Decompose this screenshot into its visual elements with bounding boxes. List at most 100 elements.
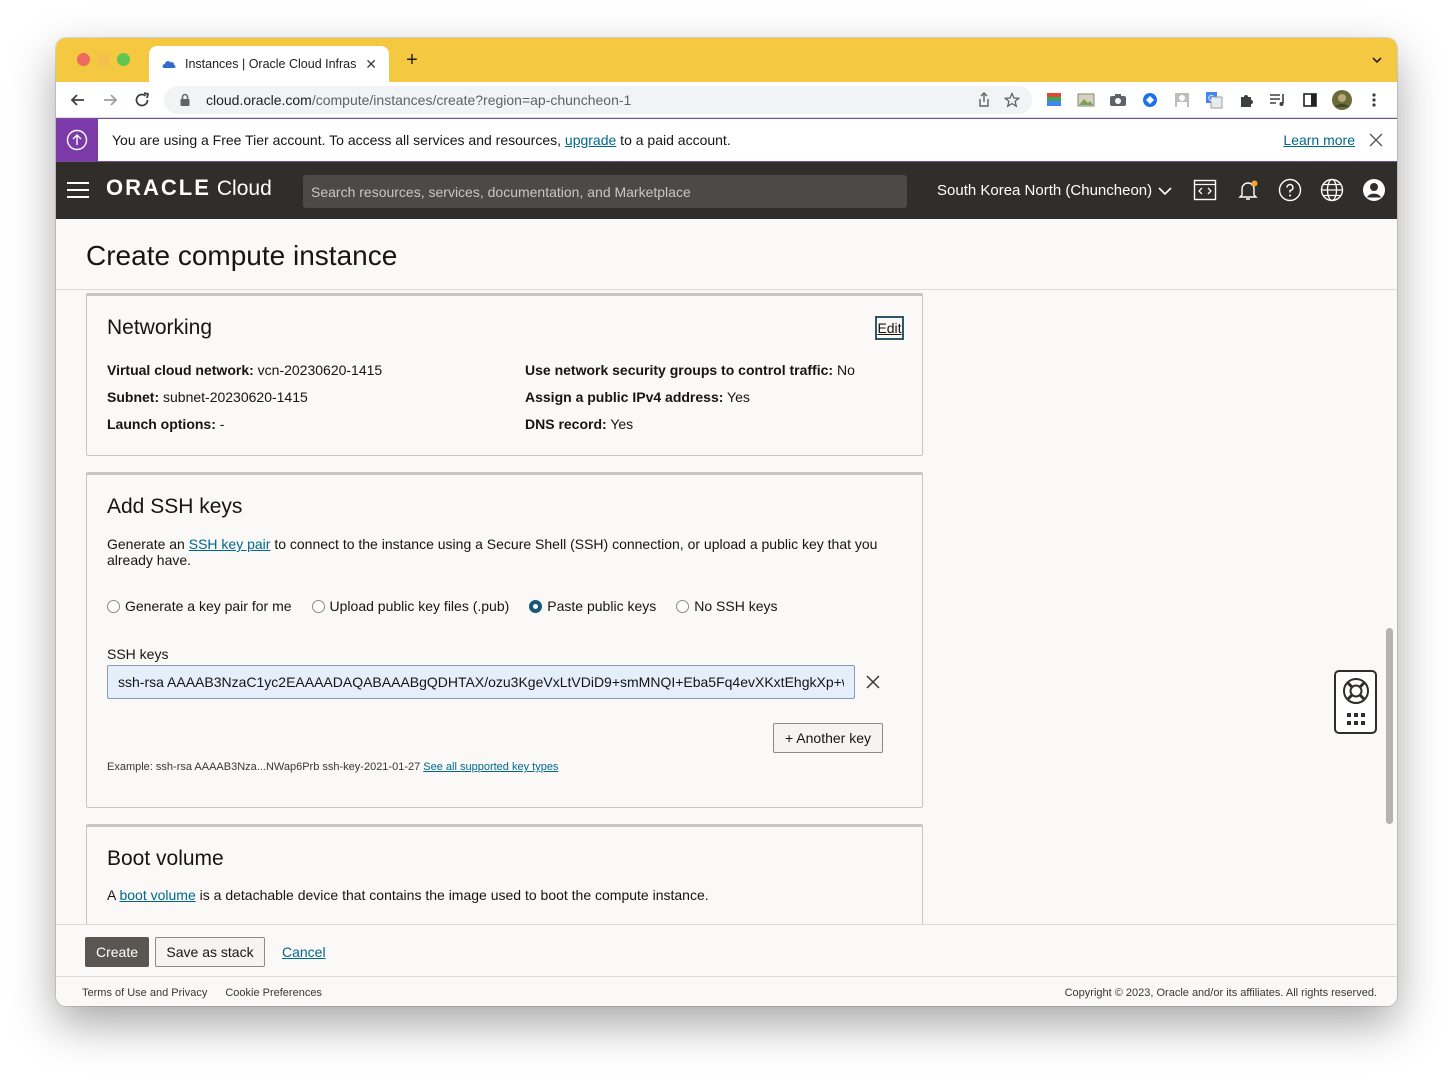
ssh-keys-section: Add SSH keys Generate an SSH key pair to… <box>86 472 923 808</box>
subnet-label: Subnet: <box>107 389 160 405</box>
launch-value: - <box>215 416 225 432</box>
form-content: Networking Edit Virtual cloud network: v… <box>56 290 1397 924</box>
content-scrollbar[interactable] <box>1386 628 1393 824</box>
ipv4-label: Assign a public IPv4 address: <box>525 389 724 405</box>
radio-generate-key-pair[interactable]: Generate a key pair for me <box>107 598 292 614</box>
browser-menu-kebab-icon[interactable] <box>1364 90 1384 110</box>
browser-tab-active[interactable]: Instances | Oracle Cloud Infras ✕ <box>149 46 389 82</box>
radio-label: Upload public key files (.pub) <box>329 598 510 614</box>
tab-strip: Instances | Oracle Cloud Infras ✕ + <box>56 38 1397 82</box>
launch-options-row: Launch options: - <box>107 416 224 432</box>
help-widget[interactable] <box>1334 670 1377 734</box>
radio-circle-selected[interactable] <box>529 599 543 613</box>
extensions-puzzle-icon[interactable] <box>1236 90 1256 110</box>
cookie-preferences-link[interactable]: Cookie Preferences <box>225 987 322 999</box>
forward-arrow-icon[interactable] <box>100 90 120 110</box>
grid-dots-icon <box>1347 713 1365 725</box>
add-another-key-button[interactable]: + Another key <box>773 723 883 753</box>
banner-text: You are using a Free Tier account. To ac… <box>112 132 565 148</box>
color-extension-icon[interactable] <box>1044 90 1064 110</box>
brand-oracle: ORACLE <box>106 175 211 200</box>
radio-no-ssh-keys[interactable]: No SSH keys <box>676 598 778 614</box>
region-selector[interactable]: South Korea North (Chuncheon) <box>937 182 1172 199</box>
svg-text:G: G <box>1208 94 1214 103</box>
share-icon[interactable] <box>976 92 992 108</box>
ssh-desc-text: Generate an <box>107 536 189 552</box>
save-as-stack-button[interactable]: Save as stack <box>155 937 265 967</box>
minimize-window-button[interactable] <box>97 53 110 66</box>
tab-close-icon[interactable]: ✕ <box>365 56 377 73</box>
url-domain: cloud.oracle.com <box>206 92 312 108</box>
networking-section: Networking Edit Virtual cloud network: v… <box>86 293 923 456</box>
radio-label: Paste public keys <box>547 598 657 614</box>
ipv4-row: Assign a public IPv4 address: Yes <box>525 389 750 405</box>
nsg-value: No <box>833 362 855 378</box>
vcn-label: Virtual cloud network: <box>107 362 254 378</box>
vcn-row: Virtual cloud network: vcn-20230620-1415 <box>107 362 382 378</box>
banner-text-end: to a paid account. <box>616 132 731 148</box>
oracle-cloud-favicon-icon <box>162 61 176 68</box>
hamburger-menu-icon[interactable] <box>66 181 90 199</box>
upgrade-link[interactable]: upgrade <box>565 132 616 148</box>
learn-more-link[interactable]: Learn more <box>1283 132 1355 148</box>
region-label: South Korea North (Chuncheon) <box>937 182 1153 199</box>
camera-extension-icon[interactable] <box>1108 90 1128 110</box>
new-tab-button[interactable]: + <box>402 50 422 70</box>
browser-window: Instances | Oracle Cloud Infras ✕ + clou… <box>56 38 1397 1006</box>
global-search-input[interactable]: Search resources, services, documentatio… <box>303 175 907 208</box>
reload-icon[interactable] <box>132 90 152 110</box>
ssh-key-input[interactable] <box>107 665 855 699</box>
bookmark-star-icon[interactable] <box>1004 92 1020 108</box>
radio-circle[interactable] <box>107 599 120 613</box>
boot-volume-title: Boot volume <box>107 847 224 870</box>
dns-value: Yes <box>606 416 634 432</box>
media-control-icon[interactable] <box>1268 90 1288 110</box>
url-path: /compute/instances/create?region=ap-chun… <box>311 92 632 108</box>
url-omnibox[interactable]: cloud.oracle.com/compute/instances/creat… <box>164 86 1032 114</box>
notifications-bell-icon[interactable] <box>1236 178 1260 202</box>
boot-volume-link[interactable]: boot volume <box>119 887 195 903</box>
back-arrow-icon[interactable] <box>68 90 88 110</box>
image-extension-icon[interactable] <box>1076 90 1096 110</box>
side-panel-icon[interactable] <box>1300 90 1320 110</box>
user-profile-icon[interactable] <box>1362 178 1386 202</box>
cancel-link[interactable]: Cancel <box>282 944 326 960</box>
page-footer: Terms of Use and Privacy Cookie Preferen… <box>56 976 1397 1006</box>
radio-label: No SSH keys <box>694 598 778 614</box>
networking-edit-button[interactable]: Edit <box>875 316 904 340</box>
close-window-button[interactable] <box>77 53 90 66</box>
radio-circle[interactable] <box>311 599 325 613</box>
create-button[interactable]: Create <box>85 937 149 967</box>
oracle-cloud-logo[interactable]: ORACLE Cloud <box>106 175 272 201</box>
radio-label: Generate a key pair for me <box>125 598 292 614</box>
maximize-window-button[interactable] <box>117 53 130 66</box>
help-question-icon[interactable] <box>1278 178 1302 202</box>
terms-privacy-link[interactable]: Terms of Use and Privacy <box>82 987 207 999</box>
subnet-value: subnet-20230620-1415 <box>159 389 308 405</box>
example-text: Example: ssh-rsa AAAAB3Nza...NWap6Prb ss… <box>107 761 424 773</box>
page-title: Create compute instance <box>86 240 398 271</box>
translate-extension-icon[interactable]: G <box>1204 90 1224 110</box>
ssh-key-pair-link[interactable]: SSH key pair <box>189 536 271 552</box>
lifebuoy-icon <box>1343 678 1369 704</box>
user-avatar-icon[interactable] <box>1332 90 1352 110</box>
circle-extension-icon[interactable] <box>1140 90 1160 110</box>
remove-key-icon[interactable] <box>865 674 881 690</box>
language-globe-icon[interactable] <box>1320 178 1344 202</box>
boot-volume-section: Boot volume A boot volume is a detachabl… <box>86 824 923 924</box>
address-bar: cloud.oracle.com/compute/instances/creat… <box>56 82 1397 118</box>
form-action-bar: Create Save as stack Cancel <box>56 924 1397 976</box>
radio-circle[interactable] <box>676 599 690 613</box>
tab-search-chevron-icon[interactable] <box>1371 54 1383 66</box>
radio-upload-key-files[interactable]: Upload public key files (.pub) <box>311 598 510 614</box>
ssh-keys-label: SSH keys <box>107 646 169 662</box>
profile-extension-icon[interactable] <box>1172 90 1192 110</box>
ssh-description: Generate an SSH key pair to connect to t… <box>107 536 897 568</box>
supported-key-types-link[interactable]: See all supported key types <box>423 761 558 773</box>
cloud-shell-icon[interactable] <box>1193 178 1217 202</box>
vcn-value: vcn-20230620-1415 <box>253 362 383 378</box>
search-placeholder: Search resources, services, documentatio… <box>311 183 691 200</box>
nsg-label: Use network security groups to control t… <box>525 362 834 378</box>
banner-close-icon[interactable] <box>1369 133 1383 147</box>
radio-paste-public-keys[interactable]: Paste public keys <box>529 598 656 614</box>
